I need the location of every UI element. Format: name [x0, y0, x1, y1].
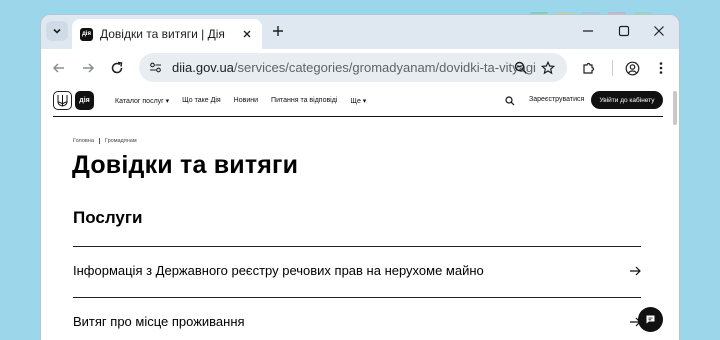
extensions-button[interactable] [581, 60, 597, 76]
arrow-left-icon [52, 63, 64, 73]
breadcrumb-citizens[interactable]: Громадянам [105, 138, 137, 144]
minimize-icon [583, 30, 593, 32]
chat-button[interactable] [638, 307, 663, 332]
nav-news[interactable]: Новини [234, 97, 258, 104]
bookmark-button[interactable] [540, 60, 556, 76]
zoom-button[interactable] [513, 60, 529, 76]
section-title: Послуги [73, 208, 143, 227]
url-text: diia.gov.ua/services/categories/gromadya… [172, 60, 536, 75]
header-divider [53, 116, 663, 117]
star-icon [541, 61, 555, 75]
address-bar[interactable]: diia.gov.ua/services/categories/gromadya… [139, 53, 567, 82]
login-cabinet-button[interactable]: Увійти до кабінету [591, 91, 663, 109]
puzzle-icon [583, 62, 595, 74]
close-icon [243, 30, 251, 38]
service-row[interactable]: Витяг про місце проживання [73, 297, 641, 340]
url-host: diia.gov.ua [172, 60, 234, 75]
main-nav: Каталог послуг ▾ Що таке Дія Новини Пита… [115, 91, 366, 110]
forward-button[interactable] [80, 60, 96, 76]
register-link[interactable]: Зареєструватися [529, 96, 584, 103]
plus-icon [273, 26, 283, 36]
diia-favicon-icon: дія [80, 27, 93, 41]
search-icon[interactable] [505, 96, 515, 106]
breadcrumb: Головна Громадянам [73, 138, 137, 144]
close-window-button[interactable] [652, 24, 666, 38]
trident-icon [57, 95, 68, 107]
tab-strip: дія Довідки та витяги | Дія [41, 15, 679, 49]
browser-toolbar: diia.gov.ua/services/categories/gromadya… [41, 49, 679, 87]
site-header: дія Каталог послуг ▾ Що таке Дія Новини … [53, 91, 663, 115]
web-page: дія Каталог послуг ▾ Що таке Дія Новини … [41, 87, 679, 340]
new-tab-button[interactable] [270, 23, 286, 39]
reload-icon [111, 61, 123, 74]
zoom-icon [514, 61, 527, 74]
page-title: Довідки та витяги [72, 151, 299, 179]
chevron-down-icon [53, 28, 61, 34]
arrow-right-icon [630, 266, 641, 276]
nav-faq[interactable]: Питання та відповіді [271, 97, 337, 104]
maximize-icon [618, 25, 630, 37]
back-button[interactable] [51, 60, 67, 76]
nav-what-is-diia[interactable]: Що таке Дія [182, 97, 221, 104]
profile-button[interactable] [624, 60, 640, 76]
browser-window: дія Довідки та витяги | Дія diia.gov.ua/… [41, 15, 679, 340]
service-label: Інформація з Державного реєстру речових … [73, 263, 484, 278]
url-path: /services/categories/gromadyanam/dovidki… [233, 60, 536, 75]
breadcrumb-home[interactable]: Головна [73, 138, 94, 144]
toolbar-divider [612, 60, 613, 76]
service-row[interactable]: Інформація з Державного реєстру речових … [73, 246, 641, 296]
browser-menu-button[interactable] [653, 60, 669, 76]
profile-icon [625, 61, 639, 75]
maximize-button[interactable] [617, 24, 631, 38]
page-scrollbar[interactable] [673, 91, 677, 125]
close-tab-button[interactable] [240, 27, 254, 41]
reload-button[interactable] [109, 60, 125, 76]
nav-services-catalog[interactable]: Каталог послуг ▾ [115, 97, 169, 105]
tab-search-button[interactable] [46, 21, 68, 41]
close-icon [654, 26, 664, 36]
more-vertical-icon [659, 62, 663, 74]
breadcrumb-separator [98, 138, 100, 144]
diia-logo[interactable]: дія [75, 91, 94, 110]
chat-icon [646, 315, 655, 324]
trident-logo-icon[interactable] [53, 91, 72, 110]
tab-title: Довідки та витяги | Дія [100, 27, 225, 41]
minimize-button[interactable] [581, 24, 595, 38]
browser-tab[interactable]: дія Довідки та витяги | Дія [72, 19, 262, 49]
nav-more[interactable]: Ще ▾ [350, 97, 366, 105]
arrow-right-icon [83, 63, 95, 73]
site-settings-icon[interactable] [149, 61, 162, 74]
service-label: Витяг про місце проживання [73, 314, 245, 329]
